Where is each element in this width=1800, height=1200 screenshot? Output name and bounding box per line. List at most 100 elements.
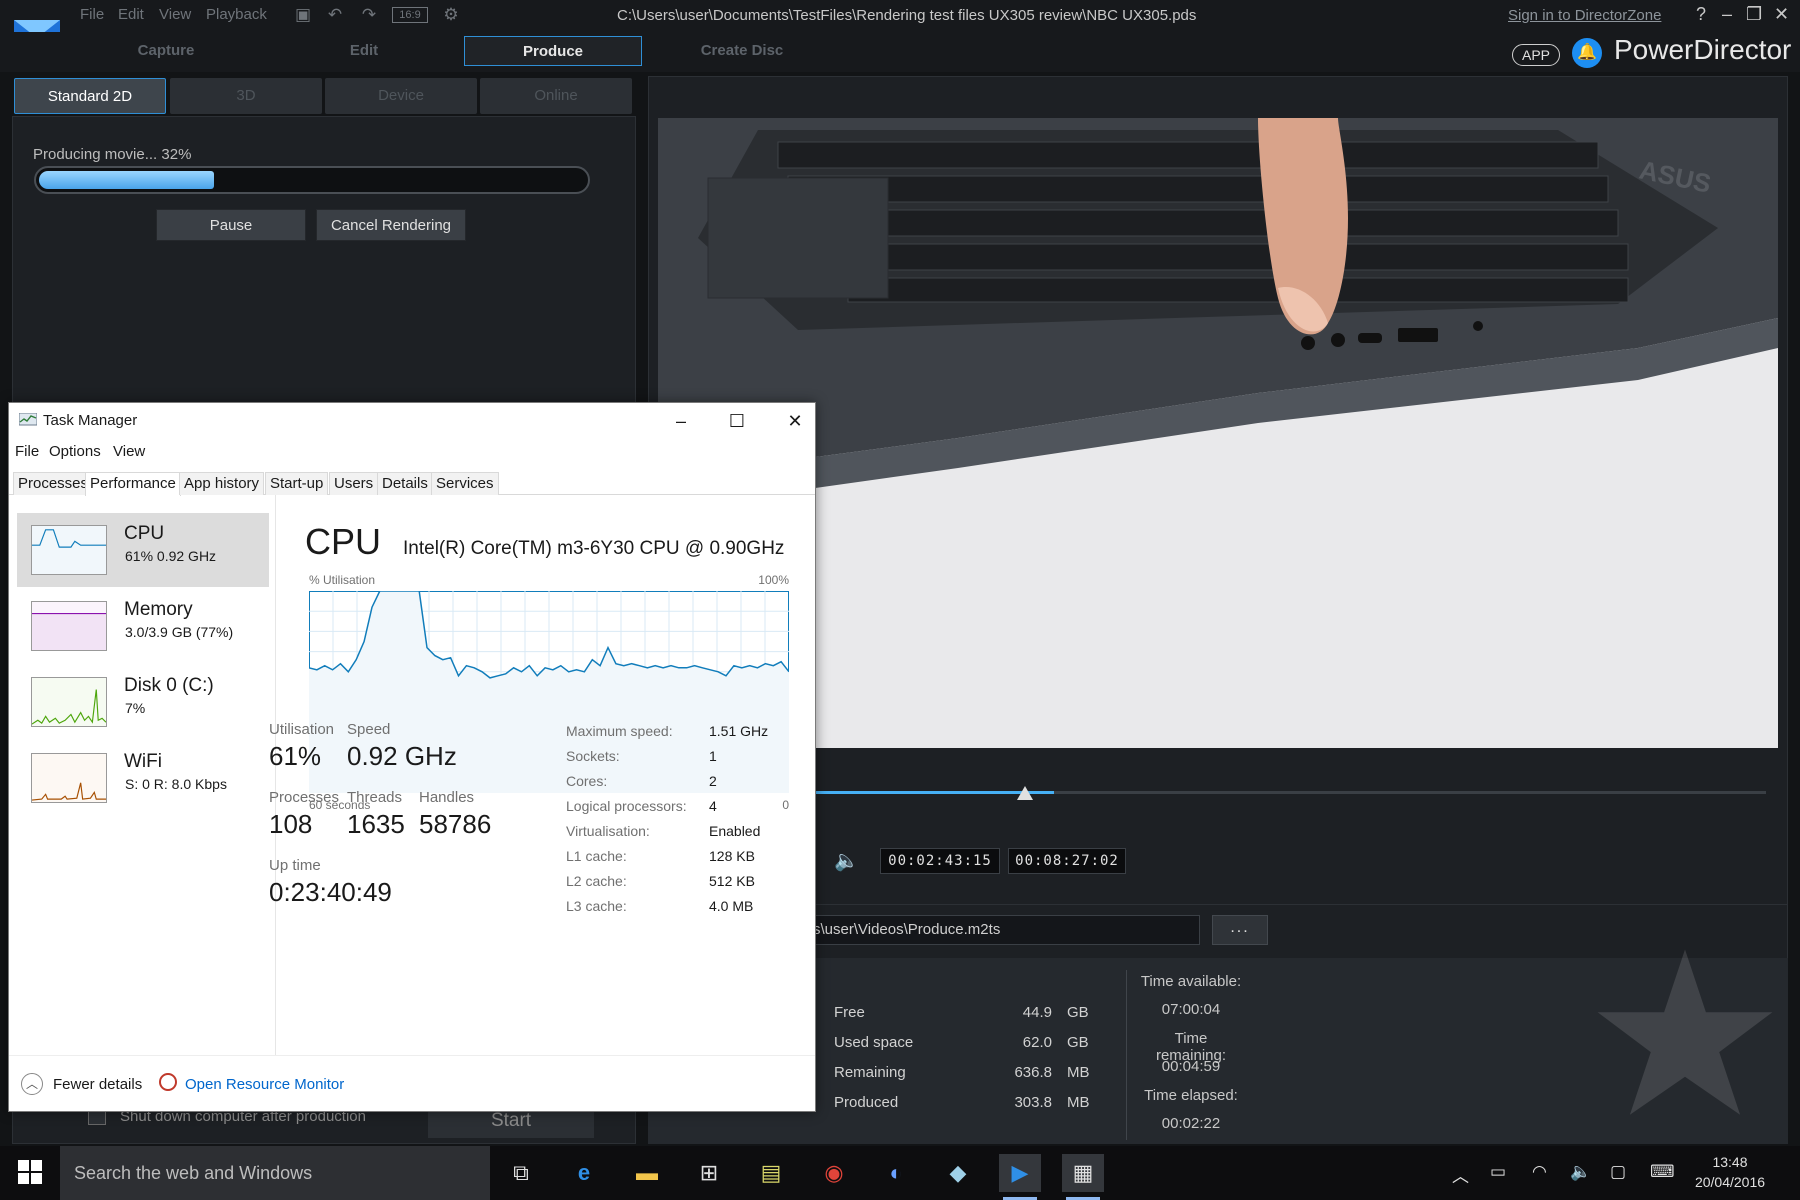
tab-users[interactable]: Users: [329, 472, 379, 495]
task-manager-titlebar[interactable]: Task Manager – ☐ ✕: [9, 403, 815, 439]
seek-thumb[interactable]: [1017, 786, 1033, 800]
subtab-online[interactable]: Online: [480, 78, 632, 114]
menu-playback[interactable]: Playback: [206, 6, 267, 23]
mode-create-disc[interactable]: Create Disc: [656, 36, 828, 66]
paint-app-icon[interactable]: ◆: [937, 1154, 979, 1192]
powerdirector-taskbar-icon[interactable]: ▶: [999, 1154, 1041, 1200]
seek-bar[interactable]: [816, 791, 1766, 794]
time-available-label: Time available:: [1140, 973, 1242, 990]
menu-edit[interactable]: Edit: [118, 6, 144, 23]
tab-details[interactable]: Details: [377, 472, 433, 495]
spec-cores-value: 2: [709, 773, 717, 789]
tm-tab-strip: Processes Performance App history Start-…: [9, 469, 815, 496]
cpu-model: Intel(R) Core(TM) m3-6Y30 CPU @ 0.90GHz: [403, 538, 785, 559]
tm-minimize-icon[interactable]: –: [661, 407, 701, 435]
subtab-device[interactable]: Device: [325, 78, 477, 114]
windows-start-icon[interactable]: [18, 1160, 42, 1184]
undo-icon[interactable]: ↶: [324, 4, 346, 26]
settings-gear-icon[interactable]: ⚙: [440, 4, 462, 26]
browse-button[interactable]: ...: [1212, 915, 1268, 945]
stat-handles-value: 58786: [419, 809, 492, 839]
task-manager-title: Task Manager: [43, 412, 138, 429]
menu-view[interactable]: View: [159, 6, 191, 23]
spec-l1-label: L1 cache:: [566, 848, 627, 864]
app-99-icon[interactable]: ▤: [750, 1154, 792, 1192]
spec-max-speed-label: Maximum speed:: [566, 723, 673, 739]
close-icon[interactable]: ✕: [1774, 4, 1789, 25]
cinebench-icon[interactable]: ◐: [875, 1154, 917, 1192]
tm-menu-file[interactable]: File: [15, 443, 39, 460]
resource-cpu-sub: 61% 0.92 GHz: [125, 548, 217, 564]
tab-app-history[interactable]: App history: [179, 472, 265, 495]
subtab-standard-2d[interactable]: Standard 2D: [14, 78, 166, 114]
resource-cpu[interactable]: CPU 61% 0.92 GHz: [17, 513, 269, 587]
tray-battery-icon[interactable]: ▭: [1490, 1162, 1506, 1182]
tray-notifications-icon[interactable]: ▢: [1610, 1162, 1626, 1182]
project-file-path: C:\Users\user\Documents\TestFiles\Render…: [617, 7, 1197, 24]
taskbar-clock-time[interactable]: 13:48: [1688, 1154, 1772, 1170]
tab-performance[interactable]: Performance: [85, 472, 181, 496]
save-icon[interactable]: ▣: [292, 4, 314, 26]
stat-uptime-label: Up time: [269, 857, 321, 874]
memory-thumbnail-graph: [31, 601, 107, 651]
resource-memory[interactable]: Memory 3.0/3.9 GB (77%): [17, 589, 269, 663]
cancel-rendering-button[interactable]: Cancel Rendering: [316, 209, 466, 241]
mode-capture[interactable]: Capture: [80, 36, 252, 66]
chrome-icon[interactable]: ◉: [813, 1154, 855, 1192]
chevron-up-icon[interactable]: ︿: [21, 1073, 43, 1095]
restore-icon[interactable]: ❐: [1746, 4, 1762, 25]
task-manager-window: Task Manager – ☐ ✕ File Options View Pro…: [8, 402, 816, 1112]
volume-icon[interactable]: 🔈: [834, 848, 859, 873]
tm-menu-view[interactable]: View: [113, 443, 145, 460]
wifi-thumbnail-graph: [31, 753, 107, 803]
spec-l2-label: L2 cache:: [566, 873, 627, 889]
mode-produce[interactable]: Produce: [464, 36, 642, 66]
task-manager-icon: [19, 413, 37, 426]
edge-browser-icon[interactable]: e: [563, 1154, 605, 1192]
aspect-ratio-selector[interactable]: 16:9: [392, 7, 428, 23]
task-manager-taskbar-icon[interactable]: ▦: [1062, 1154, 1104, 1200]
resource-wifi[interactable]: WiFi S: 0 R: 8.0 Kbps: [17, 741, 269, 815]
stat-handles-label: Handles: [419, 789, 475, 806]
help-button[interactable]: ?: [1696, 4, 1706, 25]
tray-chevron-up-icon[interactable]: ︿: [1452, 1162, 1469, 1187]
sign-in-link[interactable]: Sign in to DirectorZone: [1508, 7, 1661, 24]
total-timecode: 00:08:27:02: [1008, 848, 1126, 874]
tab-start-up[interactable]: Start-up: [265, 472, 329, 495]
tm-menu-options[interactable]: Options: [49, 443, 101, 460]
info-produced-unit: MB: [1067, 1094, 1090, 1111]
app-badge-button[interactable]: APP: [1512, 44, 1560, 66]
task-view-icon[interactable]: ⧉: [500, 1154, 542, 1192]
tray-volume-icon[interactable]: 🔈: [1570, 1162, 1591, 1182]
open-resource-monitor-link[interactable]: Open Resource Monitor: [185, 1076, 344, 1093]
taskbar-search-box[interactable]: Search the web and Windows: [60, 1146, 490, 1200]
resource-disk[interactable]: Disk 0 (C:) 7%: [17, 665, 269, 739]
mode-edit[interactable]: Edit: [278, 36, 450, 66]
menu-file[interactable]: File: [80, 6, 104, 23]
output-divider: [648, 904, 1788, 905]
spec-virtualisation-label: Virtualisation:: [566, 823, 650, 839]
fewer-details-link[interactable]: Fewer details: [53, 1076, 142, 1093]
taskbar-clock-date[interactable]: 20/04/2016: [1688, 1174, 1772, 1190]
notification-bell-icon[interactable]: 🔔: [1572, 38, 1602, 68]
tm-maximize-icon[interactable]: ☐: [717, 407, 757, 435]
pause-button[interactable]: Pause: [156, 209, 306, 241]
spec-l1-value: 128 KB: [709, 848, 755, 864]
minimize-icon[interactable]: –: [1722, 4, 1732, 25]
resource-memory-sub: 3.0/3.9 GB (77%): [125, 624, 234, 640]
resource-monitor-icon[interactable]: [159, 1073, 177, 1091]
output-path-field[interactable]: s\user\Videos\Produce.m2ts: [812, 915, 1200, 945]
tab-services[interactable]: Services: [431, 472, 499, 495]
store-icon[interactable]: ⊞: [688, 1154, 730, 1192]
tray-wifi-icon[interactable]: ◠: [1532, 1162, 1547, 1182]
file-explorer-icon[interactable]: ▬: [626, 1154, 668, 1192]
subtab-3d[interactable]: 3D: [170, 78, 322, 114]
tm-close-icon[interactable]: ✕: [775, 407, 815, 435]
stat-utilisation-value: 61%: [269, 741, 322, 771]
spec-l3-value: 4.0 MB: [709, 898, 754, 914]
tab-processes[interactable]: Processes: [13, 472, 94, 495]
redo-icon[interactable]: ↷: [358, 4, 380, 26]
tray-keyboard-icon[interactable]: ⌨: [1650, 1162, 1675, 1182]
resource-wifi-sub: S: 0 R: 8.0 Kbps: [125, 776, 227, 792]
resource-wifi-name: WiFi: [124, 751, 162, 772]
